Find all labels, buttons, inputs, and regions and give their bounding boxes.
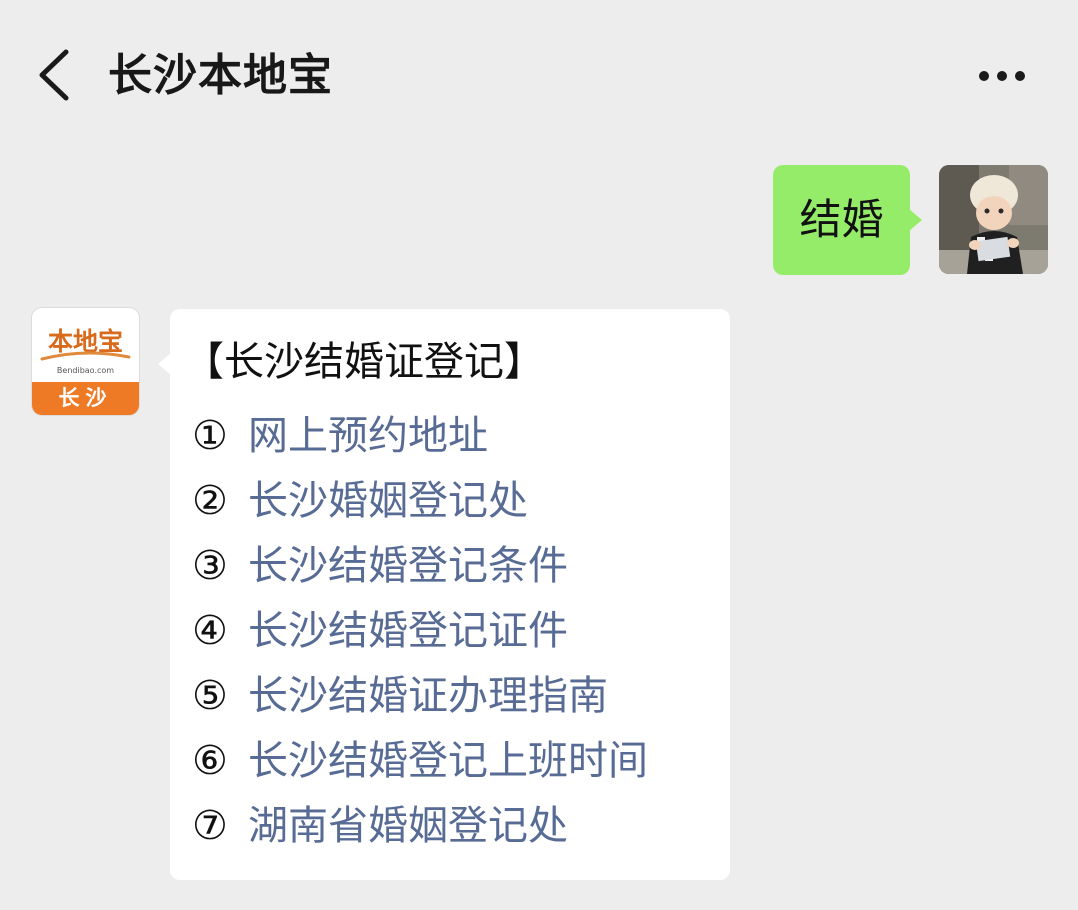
- link-number: ③: [192, 542, 228, 589]
- link-label[interactable]: 长沙结婚登记上班时间: [248, 734, 648, 788]
- link-label[interactable]: 长沙结婚登记条件: [248, 539, 568, 593]
- outgoing-message-text: 结婚: [799, 195, 884, 244]
- chat-title: 长沙本地宝: [108, 50, 333, 101]
- logo-city: 长沙: [58, 386, 113, 410]
- logo-swoosh-icon: [40, 351, 131, 361]
- outgoing-bubble[interactable]: 结婚: [773, 165, 922, 275]
- link-label[interactable]: 长沙结婚登记证件: [248, 604, 568, 658]
- link-number: ⑦: [192, 802, 228, 849]
- link-label[interactable]: 网上预约地址: [248, 409, 488, 463]
- account-avatar[interactable]: 本地宝 Bendibao.com 长沙: [32, 308, 139, 415]
- menu-link-6[interactable]: ⑥ 长沙结婚登记上班时间: [192, 728, 648, 793]
- link-number: ⑥: [192, 737, 228, 784]
- menu-link-1[interactable]: ① 网上预约地址: [192, 403, 648, 468]
- link-number: ①: [192, 412, 228, 459]
- menu-link-7[interactable]: ⑦ 湖南省婚姻登记处: [192, 793, 648, 858]
- link-label[interactable]: 长沙结婚证办理指南: [248, 669, 608, 723]
- menu-link-3[interactable]: ③ 长沙结婚登记条件: [192, 533, 648, 598]
- back-button[interactable]: [30, 44, 80, 106]
- user-photo: [939, 165, 1048, 274]
- outgoing-message: 结婚: [773, 165, 922, 275]
- link-number: ④: [192, 607, 228, 654]
- chat-header: 长沙本地宝: [0, 0, 1078, 150]
- logo-domain: Bendibao.com: [56, 366, 115, 375]
- incoming-bubble: 【长沙结婚证登记】 ① 网上预约地址 ② 长沙婚姻登记处 ③ 长沙结婚登记条件 …: [158, 309, 730, 880]
- user-avatar[interactable]: [939, 165, 1048, 274]
- menu-link-5[interactable]: ⑤ 长沙结婚证办理指南: [192, 663, 648, 728]
- menu-link-2[interactable]: ② 长沙婚姻登记处: [192, 468, 648, 533]
- menu-link-4[interactable]: ④ 长沙结婚登记证件: [192, 598, 648, 663]
- more-dots-icon: [979, 71, 1025, 81]
- menu-heading: 【长沙结婚证登记】: [184, 339, 544, 385]
- link-number: ⑤: [192, 672, 228, 719]
- more-button[interactable]: [970, 58, 1034, 94]
- link-label[interactable]: 湖南省婚姻登记处: [248, 799, 568, 853]
- chevron-left-icon: [39, 49, 69, 101]
- logo-city-bar: 长沙: [32, 382, 139, 415]
- link-number: ②: [192, 477, 228, 524]
- link-label[interactable]: 长沙婚姻登记处: [248, 474, 528, 528]
- menu-link-list: ① 网上预约地址 ② 长沙婚姻登记处 ③ 长沙结婚登记条件 ④ 长沙结婚登记证件…: [192, 403, 648, 858]
